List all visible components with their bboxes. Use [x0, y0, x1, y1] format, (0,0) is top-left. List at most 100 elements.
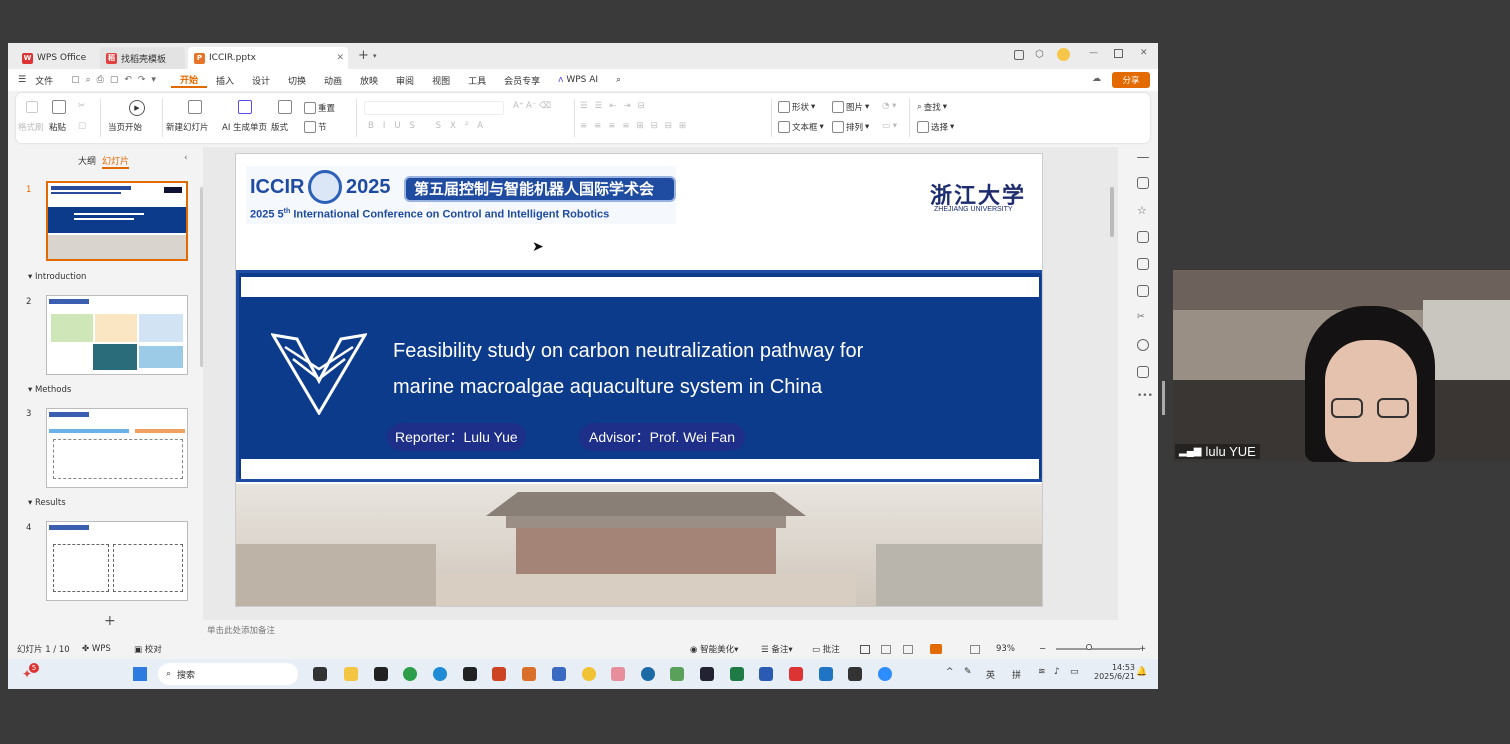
settings-icon[interactable] [1137, 177, 1149, 189]
splitter-handle[interactable] [1162, 381, 1165, 415]
edit-icon[interactable] [1137, 258, 1149, 270]
notes-button[interactable]: ☰ 备注▾ [761, 643, 793, 655]
menu-animation[interactable]: 动画 [315, 74, 351, 87]
chevron-down-icon[interactable]: ▾ [373, 52, 377, 60]
notes-app-icon[interactable] [374, 667, 388, 681]
robot-icon[interactable] [1137, 366, 1149, 378]
minimize-icon[interactable]: — [1089, 48, 1098, 58]
help-icon[interactable] [1137, 339, 1149, 351]
tray-chevron-icon[interactable]: ^ [946, 667, 954, 677]
star-icon[interactable]: ☆ [1137, 204, 1149, 217]
normal-view-icon[interactable] [860, 644, 870, 654]
wps-cloud-button[interactable]: ✤ WPS [82, 644, 111, 654]
menu-home[interactable]: 开始 [170, 73, 207, 88]
share-button[interactable]: 分享 [1112, 72, 1150, 88]
slide-thumbnail-4[interactable] [46, 521, 188, 601]
menu-design[interactable]: 设计 [243, 74, 279, 87]
collapse-panel-icon[interactable]: ‹ [184, 153, 188, 163]
zoom-level[interactable]: 93% [996, 644, 1015, 654]
tab-templates[interactable]: 稻找稻壳模板 [100, 47, 185, 69]
tab-wps-office[interactable]: W WPS Office [16, 47, 92, 69]
shape-button[interactable]: 形状 ▾ [778, 101, 815, 113]
menu-slideshow[interactable]: 放映 [351, 74, 387, 87]
cut-icon[interactable]: ✂ [78, 101, 85, 111]
solidworks-icon[interactable] [492, 667, 506, 681]
slide-thumbnail-1[interactable] [46, 181, 188, 261]
ai-generate-button[interactable]: AI 生成单页 [222, 121, 267, 133]
app4-icon[interactable] [700, 667, 714, 681]
window-layout-icon[interactable] [1014, 50, 1024, 60]
minimize-pane-icon[interactable] [1137, 157, 1149, 158]
volume-icon[interactable]: ♪ [1054, 667, 1060, 677]
tools-icon[interactable]: ✂ [1137, 312, 1149, 324]
clock[interactable]: 14:53 2025/6/21 [1094, 663, 1135, 681]
menu-review[interactable]: 审阅 [387, 74, 423, 87]
task-view-icon[interactable] [313, 667, 327, 681]
wifi-icon[interactable]: ≋ [1038, 667, 1046, 677]
slides-tab[interactable]: 幻灯片 [102, 154, 130, 169]
chrome-icon[interactable] [403, 667, 417, 681]
book-icon[interactable] [1137, 285, 1149, 297]
copy-icon[interactable] [1137, 231, 1149, 243]
zoom-icon[interactable] [878, 667, 892, 681]
find-button[interactable]: ⌕ 查找 ▾ [917, 101, 947, 113]
file-explorer-icon[interactable] [344, 667, 358, 681]
file-menu[interactable]: 文件 [35, 74, 62, 87]
comments-button[interactable]: ▭ 批注 [812, 643, 840, 655]
new-tab-icon[interactable]: + [358, 48, 369, 63]
cloud-icon[interactable]: ☁ [1092, 74, 1101, 84]
section-results[interactable]: ▾ Results [28, 498, 66, 508]
fit-window-icon[interactable] [970, 644, 980, 654]
zoom-out-icon[interactable]: − [1039, 644, 1046, 654]
reset-button[interactable]: 重置 [304, 102, 335, 114]
zoom-slider-thumb[interactable] [1086, 644, 1092, 650]
terminal-icon[interactable] [463, 667, 477, 681]
notification-center-icon[interactable]: 🔔 [1136, 667, 1147, 677]
wps-icon[interactable] [789, 667, 803, 681]
select-button[interactable]: 选择 ▾ [917, 121, 954, 133]
visio-icon[interactable] [552, 667, 566, 681]
matlab-icon[interactable] [522, 667, 536, 681]
slide-thumbnail-3[interactable] [46, 408, 188, 488]
section-methods[interactable]: ▾ Methods [28, 385, 71, 395]
taskbar-search[interactable]: ⌕ 搜索 [158, 663, 298, 685]
slideshow-play-icon[interactable] [930, 644, 942, 654]
section-button[interactable]: 节 [304, 121, 327, 133]
textbox-button[interactable]: 文本框 ▾ [778, 121, 824, 133]
word-icon[interactable] [759, 667, 773, 681]
pen-icon[interactable]: ✎ [964, 667, 972, 677]
copy-icon[interactable]: ▢ [78, 121, 86, 131]
battery-icon[interactable]: ▭ [1070, 667, 1079, 677]
add-slide-icon[interactable]: + [104, 613, 116, 629]
picture-button[interactable]: 图片 ▾ [832, 101, 869, 113]
outline-icon[interactable]: ▭ ▾ [882, 121, 897, 131]
beautify-button[interactable]: ◉ 智能美化▾ [690, 643, 738, 655]
align-icons[interactable]: ≡≡≡≡⊞⊟⊟⊞ [580, 121, 693, 131]
app5-icon[interactable] [848, 667, 862, 681]
zoom-slider[interactable] [1056, 648, 1140, 650]
quick-access-icons[interactable]: ▢⌕⎙▢↶↷▾ [62, 75, 171, 85]
language-indicator[interactable]: 英 [986, 668, 995, 681]
list-icons[interactable]: ☰☰⇤⇥⊟ [580, 101, 652, 111]
edge-icon[interactable] [433, 667, 447, 681]
menu-view[interactable]: 视图 [423, 74, 459, 87]
excel-icon[interactable] [730, 667, 744, 681]
maximize-icon[interactable] [1114, 49, 1123, 58]
section-introduction[interactable]: ▾ Introduction [28, 272, 86, 282]
avatar[interactable] [1057, 48, 1070, 61]
sorter-view-icon[interactable] [881, 644, 891, 654]
app-icon[interactable] [582, 667, 596, 681]
close-window-icon[interactable]: ✕ [1140, 48, 1148, 58]
notes-placeholder[interactable]: 单击此处添加备注 [207, 624, 275, 636]
photos-icon[interactable] [670, 667, 684, 681]
proofread-button[interactable]: ▣ 校对 [134, 643, 162, 655]
new-slide-button[interactable]: 新建幻灯片 [166, 121, 209, 133]
start-current-button[interactable]: 当页开始 [108, 121, 142, 133]
reading-view-icon[interactable] [903, 644, 913, 654]
windows-start-icon[interactable] [133, 667, 147, 681]
fill-icon[interactable]: ◔ ▾ [882, 101, 896, 111]
zoom-in-icon[interactable]: + [1139, 644, 1146, 654]
wps-ai-button[interactable]: ᴧ WPS AI [549, 75, 607, 85]
menu-member[interactable]: 会员专享 [495, 74, 549, 87]
menu-tools[interactable]: 工具 [459, 74, 495, 87]
